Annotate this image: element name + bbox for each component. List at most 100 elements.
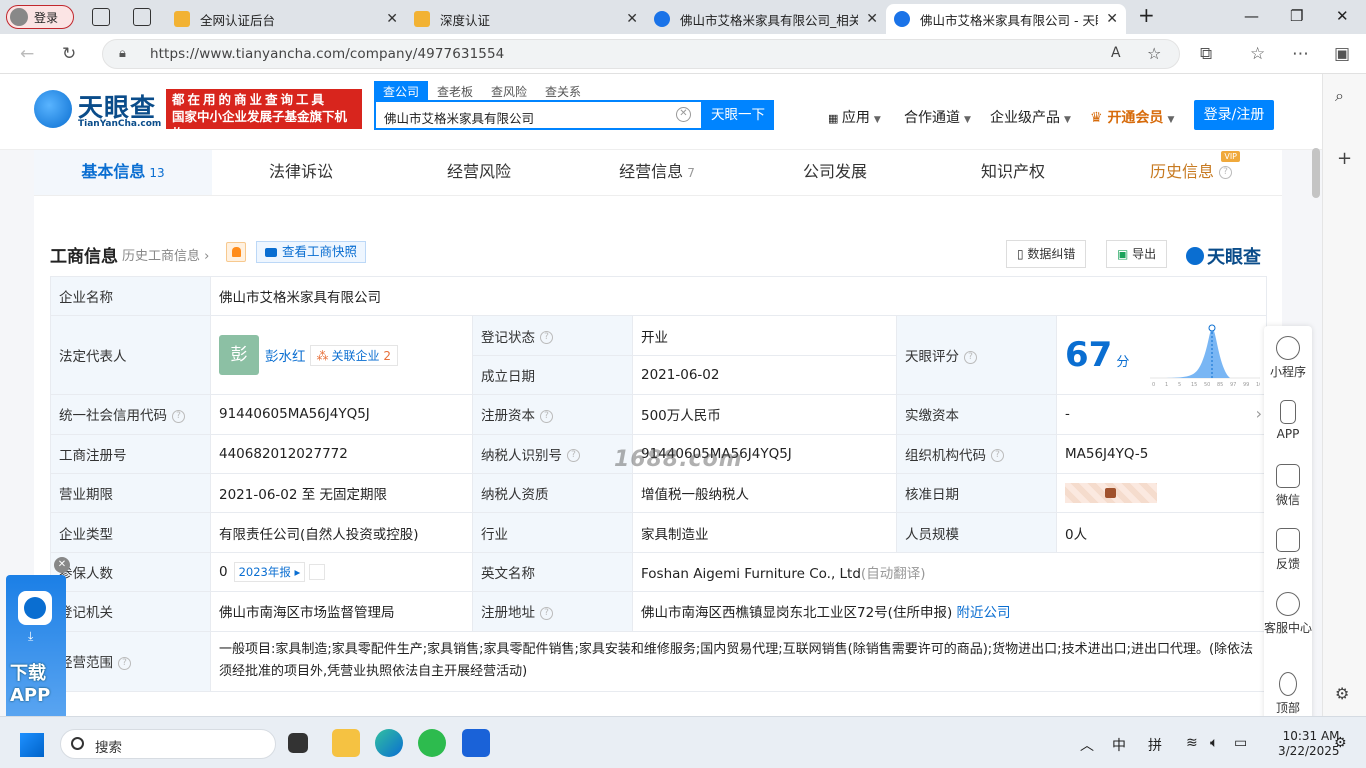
search-tab-boss[interactable]: 查老板 <box>428 81 482 102</box>
ime-mode[interactable]: 拼 <box>1148 735 1162 755</box>
rating-cell[interactable]: 67分 0151550859799100 <box>1055 315 1268 396</box>
tab-basic-info[interactable]: 基本信息 13 <box>34 150 212 195</box>
trend-chart-icon[interactable] <box>309 563 326 580</box>
more-menu-icon[interactable]: ⋯ <box>1292 44 1309 64</box>
clear-search-icon[interactable]: ✕ <box>676 107 691 122</box>
workspaces-icon[interactable] <box>92 8 110 26</box>
close-tab-icon[interactable]: ✕ <box>866 11 878 27</box>
approval-date-value[interactable] <box>1055 472 1268 514</box>
tab-actions-icon[interactable] <box>133 8 151 26</box>
export-button[interactable]: ▣ 导出 <box>1106 240 1168 268</box>
report-error-button[interactable]: ▯ 数据纠错 <box>1006 240 1087 268</box>
address-bar[interactable]: 🔒︎ https://www.tianyancha.com/company/49… <box>102 39 1180 69</box>
tianyancha-logo-icon[interactable] <box>34 90 72 128</box>
page-scrollbar[interactable] <box>1312 148 1320 198</box>
close-tab-icon[interactable]: ✕ <box>626 11 638 27</box>
extensions-icon[interactable]: ⧉ <box>1200 44 1212 64</box>
site-header: 天眼查 TianYanCha.com 都在用的商业查询工具 国家中小企业发展子基… <box>0 74 1322 150</box>
refresh-icon[interactable]: ↻ <box>62 44 76 64</box>
browser-tab-deep-auth[interactable]: 深度认证 ✕ <box>406 4 646 34</box>
locked-value-bar[interactable] <box>1065 483 1157 504</box>
search-input[interactable]: 佛山市艾格米家具有限公司 ✕ <box>374 100 703 130</box>
close-window-icon[interactable]: ✕ <box>1336 7 1349 25</box>
file-explorer-icon[interactable] <box>332 729 360 757</box>
edge-browser-icon[interactable] <box>375 729 403 757</box>
help-icon[interactable]: ? <box>991 449 1004 463</box>
close-icon[interactable]: ✕ <box>54 557 70 573</box>
login-register-button[interactable]: 登录/注册 <box>1194 100 1274 130</box>
restore-icon[interactable]: ❐ <box>1290 7 1303 25</box>
battery-icon[interactable]: ▭ <box>1234 735 1247 751</box>
nav-vip[interactable]: ♛ 开通会员 ▼ <box>1090 107 1174 127</box>
browser-tab-auth-backend[interactable]: 全网认证后台 ✕ <box>166 4 406 34</box>
help-icon[interactable]: ? <box>172 409 185 423</box>
chevron-down-icon: ▼ <box>1167 115 1175 125</box>
wechat-button[interactable]: 微信 <box>1264 464 1312 508</box>
add-icon[interactable]: + <box>1337 148 1352 169</box>
site-info-icon[interactable]: 🔒︎ <box>119 46 126 61</box>
tab-favicon-icon <box>174 11 190 27</box>
related-companies-button[interactable]: ⁂ 关联企业 2 <box>309 344 398 366</box>
tab-ip[interactable]: 知识产权 <box>924 150 1102 195</box>
monitor-bell-icon[interactable] <box>226 242 246 262</box>
browser-tab-company-related[interactable]: 佛山市艾格米家具有限公司_相关 ✕ <box>646 4 886 34</box>
wifi-icon[interactable]: ≋ <box>1186 735 1198 751</box>
search-button[interactable]: 天眼一下 <box>702 100 774 130</box>
sidebar-toggle-icon[interactable]: ▣ <box>1334 44 1350 64</box>
read-aloud-icon[interactable]: A <box>1111 45 1121 61</box>
browser-tab-company-active[interactable]: 佛山市艾格米家具有限公司 - 天眼 ✕ <box>886 4 1126 34</box>
ime-language[interactable]: 中 <box>1112 735 1126 755</box>
tab-development[interactable]: 公司发展 <box>746 150 924 195</box>
chevron-right-icon[interactable]: › <box>1256 404 1262 423</box>
history-info-link[interactable]: 历史工商信息 › <box>122 245 209 264</box>
legal-rep-name-link[interactable]: 彭水红 <box>265 349 306 365</box>
tray-chevron-up-icon[interactable]: ︿ <box>1080 735 1094 755</box>
back-to-top-button[interactable]: 顶部 <box>1264 672 1312 716</box>
customer-service-button[interactable]: 客服中心 <box>1264 592 1312 636</box>
task-view-icon[interactable] <box>288 733 308 753</box>
profile-login-button[interactable]: 登录 <box>6 5 74 29</box>
favorites-icon[interactable]: ☆ <box>1250 44 1265 64</box>
favorite-star-icon[interactable]: ☆ <box>1147 44 1161 63</box>
windows-start-icon[interactable] <box>20 733 44 757</box>
credit-code-label-cell: 统一社会信用代码? <box>50 394 211 435</box>
nearby-companies-link[interactable]: 附近公司 <box>957 605 1011 621</box>
nav-apps[interactable]: ▦ 应用 ▼ <box>828 107 881 127</box>
tab-operation[interactable]: 经营信息 7 <box>568 150 746 195</box>
tab-history[interactable]: 历史信息? VIP <box>1102 150 1280 195</box>
search-tab-company[interactable]: 查公司 <box>374 81 429 102</box>
help-icon[interactable]: ? <box>964 350 977 364</box>
tab-legal[interactable]: 法律诉讼 <box>212 150 390 195</box>
search-tab-relation[interactable]: 查关系 <box>536 81 590 102</box>
feedback-button[interactable]: 反馈 <box>1264 528 1312 572</box>
settings-gear-icon[interactable]: ⚙ <box>1335 684 1349 703</box>
search-icon[interactable]: ⌕ <box>1335 86 1344 106</box>
minimize-icon[interactable]: — <box>1244 7 1259 25</box>
tab-risk[interactable]: 经营风险 <box>390 150 568 195</box>
back-icon[interactable]: ← <box>20 44 34 64</box>
app-button[interactable]: APP <box>1264 400 1312 441</box>
help-icon[interactable]: ? <box>118 656 131 670</box>
annual-report-button[interactable]: 2023年报 ▸ <box>233 561 306 582</box>
search-tab-risk[interactable]: 查风险 <box>482 81 536 102</box>
close-tab-icon[interactable]: ✕ <box>1106 11 1118 27</box>
mini-program-button[interactable]: 小程序 <box>1264 336 1312 380</box>
notification-icon[interactable]: ⚙ <box>1334 735 1347 751</box>
new-tab-icon[interactable]: + <box>1138 3 1155 27</box>
close-tab-icon[interactable]: ✕ <box>386 11 398 27</box>
help-icon[interactable]: ? <box>540 606 553 620</box>
volume-icon[interactable]: 🔈︎ <box>1210 735 1218 751</box>
help-icon[interactable]: ? <box>540 331 553 345</box>
nav-cooperation[interactable]: 合作通道 ▼ <box>904 107 971 127</box>
system-clock[interactable]: 10:31 AM 3/22/2025 <box>1278 729 1340 759</box>
taskbar-search[interactable]: 搜索 <box>60 729 276 759</box>
wechat-icon[interactable] <box>418 729 446 757</box>
download-app-widget[interactable]: ✕ ⤓ 下载 APP <box>6 557 70 716</box>
security-shield-icon[interactable] <box>462 729 490 757</box>
help-icon[interactable]: ? <box>540 409 553 423</box>
help-icon[interactable]: ? <box>1219 166 1232 179</box>
legal-rep-avatar[interactable]: 彭 <box>219 335 259 376</box>
snapshot-button[interactable]: 查看工商快照 <box>256 241 367 263</box>
nav-enterprise[interactable]: 企业级产品 ▼ <box>990 107 1071 127</box>
help-icon[interactable]: ? <box>567 449 580 463</box>
